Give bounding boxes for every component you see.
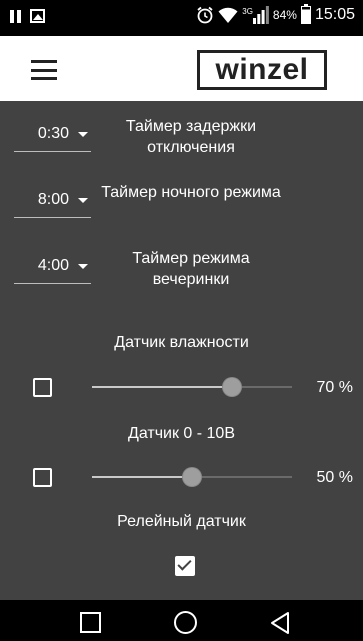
battery-icon (300, 4, 311, 24)
slider-fill (92, 386, 232, 388)
humidity-sensor-checkbox[interactable] (33, 378, 52, 397)
humidity-value-label: 70 % (316, 379, 353, 396)
dropdown-arrow-icon (78, 132, 88, 137)
night-mode-dropdown[interactable]: 8:00 (14, 184, 91, 218)
humidity-sensor-title: Датчик влажности (114, 334, 249, 351)
voltage-value-label: 50 % (316, 469, 353, 486)
timer-row-shutdown-delay: 0:30 Таймер задержки отключения (0, 116, 363, 176)
timer-label: Таймер режима вечеринки (132, 250, 250, 288)
alarm-icon (197, 6, 213, 24)
recents-square-icon[interactable] (80, 612, 101, 633)
wifi-icon (218, 7, 238, 23)
party-mode-dropdown[interactable]: 4:00 (14, 250, 91, 284)
humidity-slider[interactable] (92, 377, 292, 397)
shutdown-delay-dropdown[interactable]: 0:30 (14, 118, 91, 152)
home-circle-icon[interactable] (174, 611, 197, 634)
dropdown-arrow-icon (78, 264, 88, 269)
gallery-icon (30, 9, 45, 23)
system-nav-bar (0, 600, 363, 641)
signal-icon (252, 6, 269, 24)
relay-sensor-checkbox[interactable] (175, 556, 195, 576)
timer-row-night-mode: 8:00 Таймер ночного режима (0, 182, 363, 242)
timer-label: Таймер ночного режима (101, 184, 281, 201)
pause-icon (10, 9, 21, 23)
timer-label: Таймер задержки отключения (125, 118, 257, 156)
dropdown-arrow-icon (78, 198, 88, 203)
dropdown-value: 0:30 (37, 125, 69, 142)
status-left-icons (10, 9, 45, 23)
battery-percent: 84% (272, 8, 297, 22)
timer-row-party-mode: 4:00 Таймер режима вечеринки (0, 248, 363, 308)
voltage-slider[interactable] (92, 467, 292, 487)
voltage-sensor-title: Датчик 0 - 10В (127, 425, 235, 442)
status-right-icons: 3G 84% 15:05 (196, 4, 355, 24)
slider-fill (92, 476, 192, 478)
brand-logo: winzel (197, 50, 327, 90)
network-type-label: 3G (242, 7, 253, 16)
hamburger-menu-icon[interactable] (31, 60, 57, 80)
relay-sensor-title: Релейный датчик (117, 513, 246, 530)
dropdown-value: 8:00 (37, 191, 69, 208)
status-bar: 3G 84% 15:05 (0, 0, 363, 36)
back-triangle-icon[interactable] (268, 611, 292, 635)
voltage-sensor-checkbox[interactable] (33, 468, 52, 487)
slider-thumb[interactable] (223, 378, 241, 396)
dropdown-value: 4:00 (37, 257, 69, 274)
app-bar: winzel (0, 36, 363, 101)
clock: 15:05 (314, 6, 355, 23)
slider-thumb[interactable] (183, 468, 201, 486)
